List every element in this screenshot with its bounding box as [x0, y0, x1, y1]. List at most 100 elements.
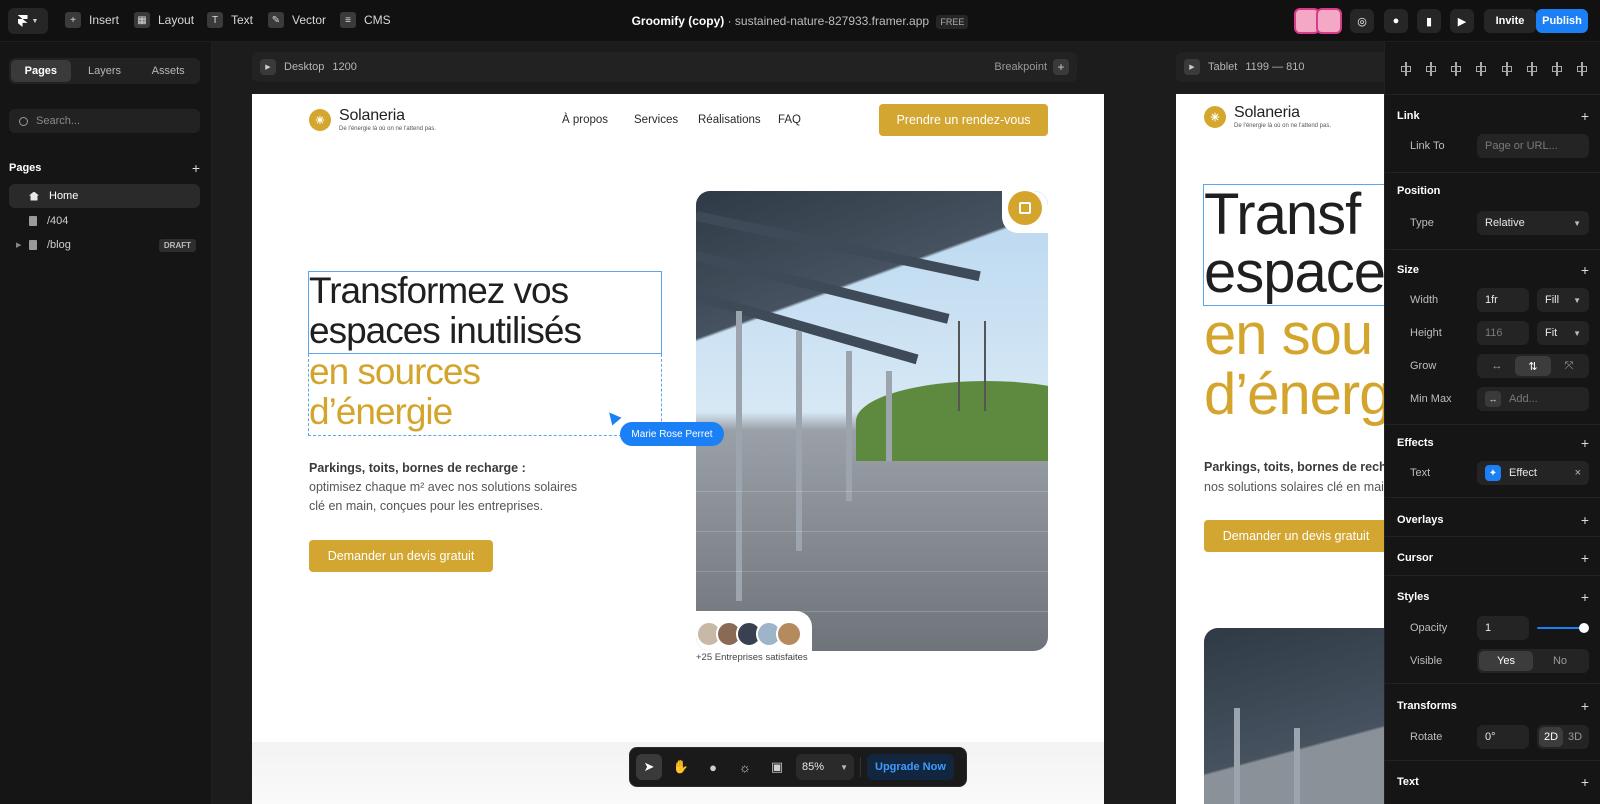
play-icon[interactable]: ▶ [260, 59, 276, 75]
link-url-input[interactable]: Page or URL... [1477, 134, 1589, 158]
plus-icon[interactable]: + [1581, 589, 1589, 605]
visible-no-option[interactable]: No [1533, 651, 1587, 671]
pillar [796, 331, 802, 551]
desktop-frame-label[interactable]: ▶ Desktop 1200 Breakpoint + [252, 52, 1077, 82]
plus-icon[interactable]: + [1581, 262, 1589, 278]
globe-icon[interactable]: ◎ [1350, 9, 1374, 33]
insert-menu[interactable]: + Insert [65, 12, 119, 28]
appointment-button[interactable]: Prendre un rendez-vous [879, 104, 1048, 136]
solar-canopy [696, 191, 1048, 391]
layout-label: Layout [158, 13, 195, 27]
hero-title-highlight[interactable]: en sou [1204, 306, 1373, 364]
frame-name: Desktop [284, 61, 325, 73]
opacity-slider-handle[interactable] [1579, 623, 1589, 633]
theme-sun-icon[interactable]: ☼ [732, 754, 758, 780]
brand-name[interactable]: Solaneria [339, 107, 405, 125]
minmax-input[interactable]: ↔ Add... [1477, 387, 1589, 411]
align-middle-icon[interactable] [1500, 62, 1514, 76]
nav-link-faq[interactable]: FAQ [778, 114, 801, 126]
caret-right-icon[interactable]: ▶ [16, 241, 21, 249]
solar-carport-image[interactable] [696, 191, 1048, 651]
brand-tagline: De l'énergie là où on ne l'attend pas. [1234, 123, 1332, 129]
position-section: Position [1397, 185, 1589, 197]
close-icon[interactable]: × [1575, 467, 1581, 479]
publish-button[interactable]: Publish [1536, 9, 1588, 33]
solar-carport-image[interactable] [1204, 628, 1384, 804]
breakpoint-label: Breakpoint [994, 61, 1047, 73]
calendar-badge-icon[interactable] [1008, 191, 1042, 225]
hand-tool-icon[interactable]: ✋ [668, 754, 694, 780]
mode-2d-option[interactable]: 2D [1539, 727, 1563, 747]
grow-horizontal-icon[interactable]: ↔ [1479, 356, 1515, 376]
rotate-input[interactable]: 0° [1477, 725, 1529, 749]
preview-play-icon[interactable]: ▶ [1450, 9, 1474, 33]
grow-vertical-icon[interactable]: ⇅ [1515, 356, 1551, 376]
vector-menu[interactable]: ✎ Vector [268, 12, 326, 28]
plus-icon[interactable]: + [1581, 435, 1589, 451]
breakpoint-button[interactable]: Breakpoint + [994, 59, 1069, 75]
visible-yes-option[interactable]: Yes [1479, 651, 1533, 671]
avatar [776, 621, 802, 647]
opacity-input[interactable]: 1 [1477, 616, 1529, 640]
collaborator-avatars[interactable] [1294, 8, 1342, 34]
tablet-frame-label[interactable]: ▶ Tablet 1199 — 810 [1176, 52, 1384, 82]
align-center-icon[interactable] [1424, 62, 1438, 76]
grow-both-icon[interactable]: ⤧ [1551, 356, 1587, 376]
width-mode-select[interactable]: Fill ▼ [1537, 288, 1589, 312]
desktop-site-frame[interactable]: ✳ Solaneria De l'énergie là où on ne l'a… [252, 94, 1104, 804]
cms-menu[interactable]: ≡ CMS [340, 12, 391, 28]
plus-icon[interactable]: + [1581, 512, 1589, 528]
analytics-icon[interactable]: ▮ [1417, 9, 1441, 33]
quote-button[interactable]: Demander un devis gratuit [1204, 520, 1384, 552]
plus-icon[interactable]: + [1581, 108, 1589, 124]
opacity-slider-track[interactable] [1537, 627, 1583, 629]
distribute-vertical-icon[interactable] [1575, 62, 1589, 76]
page-item-home[interactable]: Home [9, 184, 200, 208]
layout-menu[interactable]: ▦ Layout [134, 12, 194, 28]
nav-link-realisations[interactable]: Réalisations [698, 114, 761, 126]
brand-name[interactable]: Solaneria [1234, 104, 1300, 122]
plus-icon[interactable]: + [1581, 550, 1589, 566]
component-tool-icon[interactable]: ▣ [764, 754, 790, 780]
page-item-blog[interactable]: ▶ /blog DRAFT [9, 233, 200, 257]
height-mode-select[interactable]: Fit ▼ [1537, 321, 1589, 345]
text-menu[interactable]: T Text [207, 12, 253, 28]
framer-menu-button[interactable]: ▼ [8, 8, 48, 34]
zoom-select[interactable]: 85% ▼ [796, 754, 854, 780]
mode-3d-option[interactable]: 3D [1563, 727, 1587, 747]
tablet-site-frame[interactable]: ✳ Solaneria De l'énergie là où on ne l'a… [1176, 94, 1384, 804]
canvas[interactable]: ▶ Desktop 1200 Breakpoint + ▶ Tablet 119… [212, 42, 1384, 804]
invite-button[interactable]: Invite [1484, 9, 1536, 33]
nav-link-apropos[interactable]: À propos [562, 114, 608, 126]
plus-icon[interactable]: + [1581, 774, 1589, 790]
add-page-icon[interactable]: + [192, 160, 200, 176]
tab-layers[interactable]: Layers [75, 60, 135, 82]
align-top-icon[interactable] [1474, 62, 1488, 76]
hero-title-highlight[interactable]: d’énerg [1204, 366, 1384, 424]
align-right-icon[interactable] [1449, 62, 1463, 76]
settings-icon[interactable]: ● [1384, 9, 1408, 33]
quote-button[interactable]: Demander un devis gratuit [309, 540, 493, 572]
page-item-404[interactable]: /404 [9, 209, 200, 233]
play-icon[interactable]: ▶ [1184, 59, 1200, 75]
position-type-select[interactable]: Relative ▼ [1477, 211, 1589, 235]
nav-link-services[interactable]: Services [634, 114, 678, 126]
effect-chip[interactable]: ✦ Effect × [1477, 461, 1589, 485]
height-input[interactable]: 116 [1477, 321, 1529, 345]
upgrade-button[interactable]: Upgrade Now [867, 754, 954, 780]
plus-icon[interactable]: + [1581, 698, 1589, 714]
effects-section: Effects + [1397, 435, 1589, 451]
search-box[interactable] [9, 109, 200, 133]
select-tool-icon[interactable]: ➤ [636, 754, 662, 780]
tab-assets[interactable]: Assets [138, 60, 198, 82]
align-bottom-icon[interactable] [1525, 62, 1539, 76]
width-input[interactable]: 1fr [1477, 288, 1529, 312]
search-input[interactable] [36, 115, 186, 127]
distribute-horizontal-icon[interactable] [1550, 62, 1564, 76]
comment-tool-icon[interactable]: ● [700, 754, 726, 780]
tab-pages[interactable]: Pages [11, 60, 71, 82]
align-left-icon[interactable] [1399, 62, 1413, 76]
right-panel: Link + Link To Page or URL... Position T… [1384, 42, 1600, 804]
frame-width: 1200 [332, 61, 357, 73]
position-type-value: Relative [1485, 217, 1525, 229]
